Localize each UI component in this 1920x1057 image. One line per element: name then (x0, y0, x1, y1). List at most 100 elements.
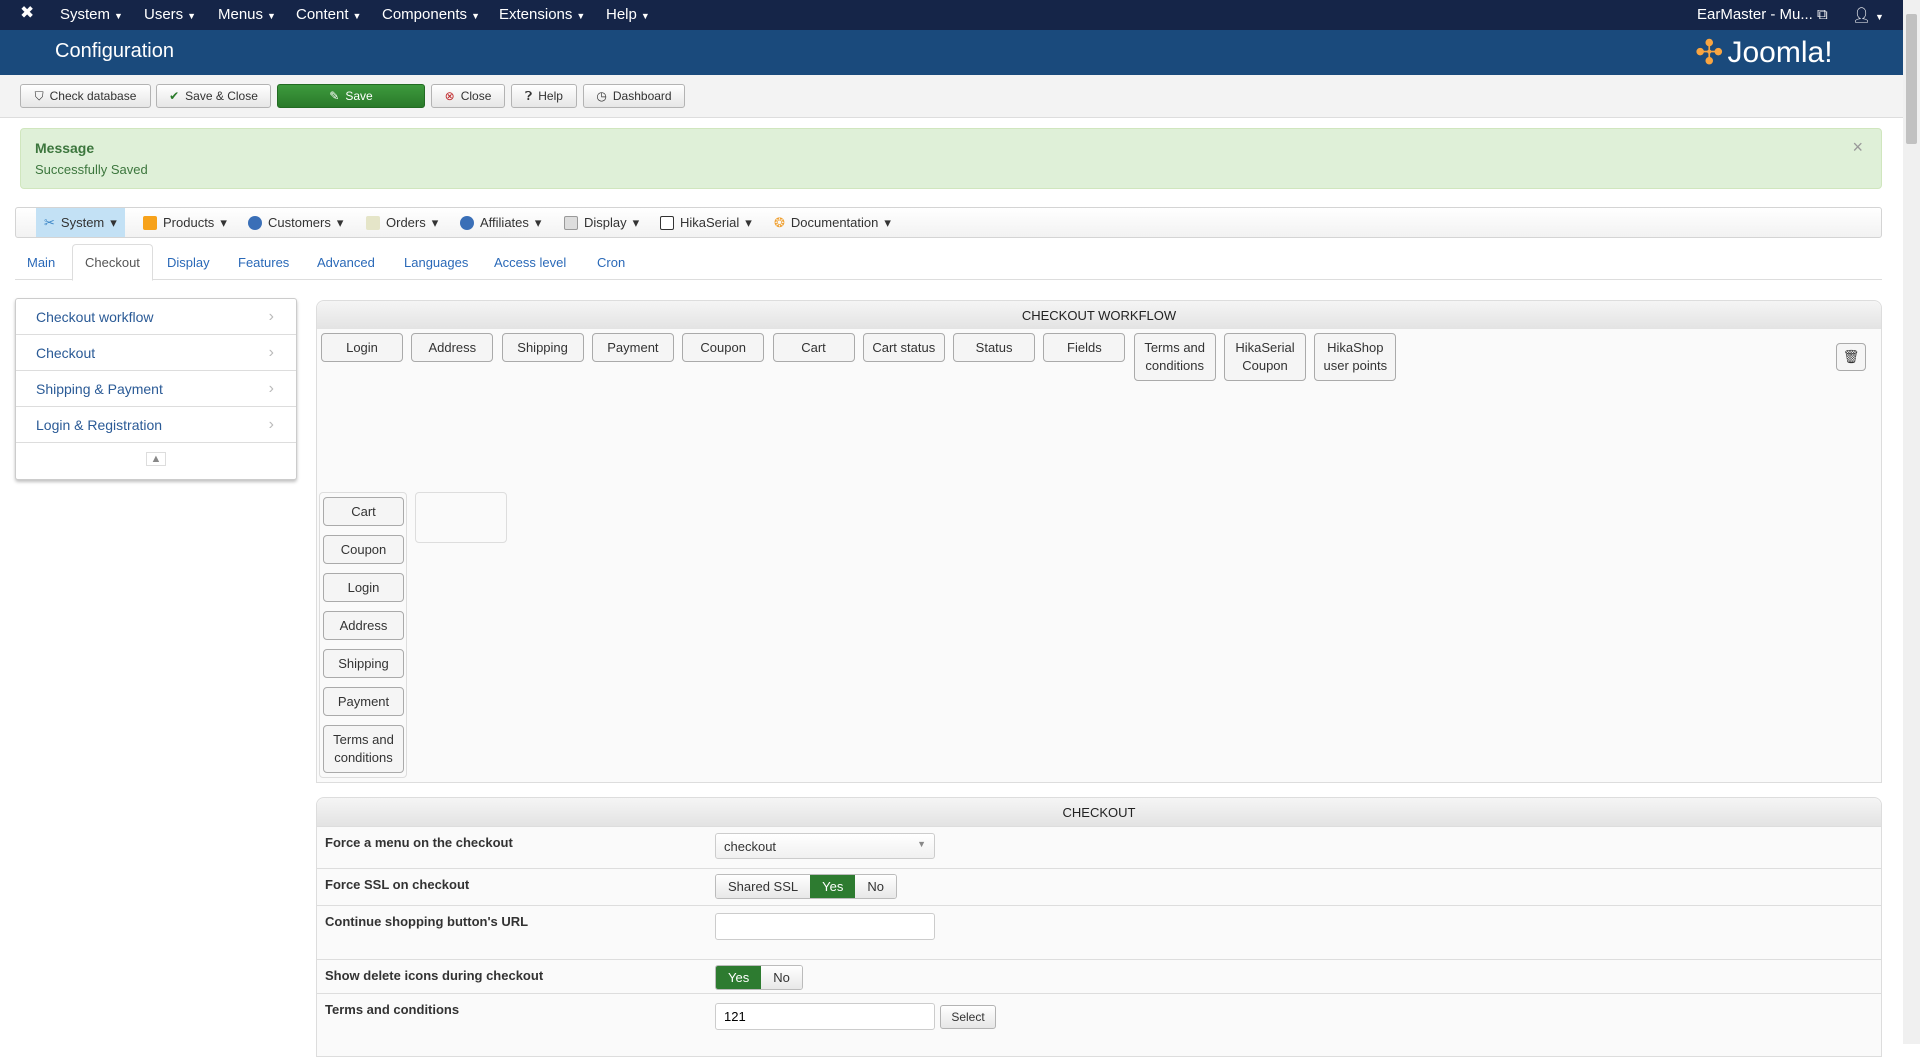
delete-icons-row: Show delete icons during checkout Yes No (317, 959, 1881, 993)
workflow-module-button[interactable]: Status (953, 333, 1036, 362)
workflow-step-module[interactable]: Cart (323, 497, 404, 526)
workflow-module-button[interactable]: HikaShop user points (1314, 333, 1397, 381)
check-database-button[interactable]: ⛉ Check database (20, 84, 151, 108)
page-title: Configuration (55, 40, 174, 62)
menu-label: Users (144, 6, 184, 23)
save-close-button[interactable]: ✔ Save & Close (156, 84, 271, 108)
dashboard-button[interactable]: ◷ Dashboard (583, 84, 685, 108)
button-label: Help (538, 89, 563, 103)
help-button[interactable]: ❓︎ Help (511, 84, 577, 108)
select-terms-button[interactable]: Select (940, 1005, 996, 1029)
empty-step-dropzone[interactable] (415, 492, 507, 543)
menu-customers[interactable]: Customers ▾ (240, 208, 351, 237)
workflow-module-button[interactable]: Payment (591, 333, 674, 362)
display-icon (564, 215, 578, 230)
workflow-module-button[interactable]: Cart (772, 333, 855, 362)
user-icon: 👤︎ (1852, 7, 1872, 24)
panel-title: CHECKOUT (317, 798, 1881, 826)
button-label: Save & Close (185, 89, 258, 103)
workflow-step-module[interactable]: Login (323, 573, 404, 602)
menu-display[interactable]: Display ▾ (556, 208, 647, 237)
tab-advanced[interactable]: Advanced (305, 244, 387, 280)
menu-label: Help (606, 6, 637, 23)
menu-menus[interactable]: Menus ▼ (218, 6, 276, 23)
workflow-module-button[interactable]: Shipping (501, 333, 584, 362)
user-menu[interactable]: 👤︎ ▼ (1852, 6, 1884, 24)
menu-label: Display (584, 215, 627, 230)
tab-access-level[interactable]: Access level (482, 244, 578, 280)
workflow-module-button[interactable]: Fields (1043, 333, 1126, 362)
workflow-module-button[interactable]: Terms and conditions (1133, 333, 1216, 381)
sidebar-item-login-registration[interactable]: Login & Registration › (16, 407, 296, 443)
menu-products[interactable]: Products ▾ (135, 208, 235, 237)
menu-components[interactable]: Components ▼ (382, 6, 480, 23)
field-label: Continue shopping button's URL (325, 914, 529, 929)
hikashop-menu: ✂ System ▾ Products ▾ Customers ▾ Orders ▾ Af… (15, 207, 1882, 238)
menu-users[interactable]: Users ▼ (144, 6, 196, 23)
menu-orders[interactable]: Orders ▾ (358, 208, 446, 237)
tab-display[interactable]: Display (155, 244, 222, 280)
workflow-step-module[interactable]: Shipping (323, 649, 404, 678)
option-yes[interactable]: Yes (716, 966, 762, 989)
menu-extensions[interactable]: Extensions ▼ (499, 6, 585, 23)
button-label: Close (460, 89, 492, 103)
tab-languages[interactable]: Languages (392, 244, 480, 280)
option-no[interactable]: No (855, 875, 896, 898)
menu-affiliates[interactable]: Affiliates ▾ (452, 208, 549, 237)
field-label: Show delete icons during checkout (325, 968, 544, 983)
continue-url-input[interactable] (715, 913, 935, 940)
customers-icon (248, 215, 262, 230)
config-tabs: Main Checkout Display Features Advanced … (15, 244, 1882, 281)
workflow-module-button[interactable]: Address (411, 333, 494, 362)
menu-help[interactable]: Help ▼ (606, 6, 650, 23)
menu-label: Extensions (499, 6, 573, 23)
chevron-right-icon: › (268, 307, 274, 325)
hikaserial-icon (660, 215, 674, 230)
workflow-step-module[interactable]: Terms and conditions (323, 725, 404, 773)
option-shared-ssl[interactable]: Shared SSL (716, 875, 811, 898)
button-label: Save (345, 89, 373, 103)
force-menu-select[interactable]: checkout ▼ (715, 833, 935, 859)
scroll-top-icon[interactable]: ▲ (145, 452, 167, 466)
workflow-step-module[interactable]: Payment (323, 687, 404, 716)
lifebuoy-icon: ❂ (774, 214, 785, 230)
menu-content[interactable]: Content ▼ (296, 6, 361, 23)
site-name: EarMaster - Mu... (1697, 6, 1813, 23)
close-button[interactable]: ⊗ Close (431, 84, 505, 108)
workflow-module-button[interactable]: Coupon (682, 333, 765, 362)
menu-system[interactable]: System ▼ (60, 6, 123, 23)
workflow-module-button[interactable]: HikaSerial Coupon (1224, 333, 1306, 381)
tab-cron[interactable]: Cron (585, 244, 637, 280)
sidebar-item-shipping-payment[interactable]: Shipping & Payment › (16, 371, 296, 407)
field-label: Force SSL on checkout (325, 877, 470, 892)
menu-system[interactable]: ✂ System ▾ (36, 208, 125, 237)
workflow-step-module[interactable]: Address (323, 611, 404, 640)
cancel-icon: ⊗ (444, 89, 455, 103)
logo-text: Joomla! (1727, 36, 1833, 69)
sidebar-label: Checkout (36, 344, 96, 361)
option-no[interactable]: No (761, 966, 802, 989)
workflow-module-button[interactable]: Cart status (862, 333, 945, 362)
sidebar-label: Login & Registration (36, 416, 163, 433)
checkout-workflow-panel: CHECKOUT WORKFLOW Login Address Shipping Pa… (316, 300, 1882, 783)
workflow-step-module[interactable]: Coupon (323, 535, 404, 564)
trash-icon[interactable]: 🗑︎ (1836, 343, 1866, 371)
menu-label: HikaSerial (680, 215, 740, 230)
option-yes[interactable]: Yes (810, 875, 856, 898)
sidebar-item-checkout-workflow[interactable]: Checkout workflow › (16, 299, 296, 335)
tab-checkout[interactable]: Checkout (72, 244, 153, 281)
terms-input[interactable] (715, 1003, 935, 1030)
sidebar-item-checkout[interactable]: Checkout › (16, 335, 296, 371)
tab-main[interactable]: Main (15, 244, 67, 280)
site-link[interactable]: EarMaster - Mu... ⧉ (1697, 6, 1828, 23)
menu-label: Components (382, 6, 468, 23)
joomla-icon[interactable]: ✖ (20, 3, 34, 23)
close-message-icon[interactable]: × (1852, 137, 1863, 158)
save-button[interactable]: ✎ Save (277, 84, 425, 108)
button-label: Check database (49, 89, 137, 103)
menu-hikaserial[interactable]: HikaSerial ▾ (652, 208, 760, 237)
scrollbar[interactable] (1903, 0, 1920, 1044)
menu-documentation[interactable]: ❂ Documentation ▾ (766, 208, 899, 237)
tab-features[interactable]: Features (226, 244, 301, 280)
workflow-module-button[interactable]: Login (321, 333, 403, 362)
